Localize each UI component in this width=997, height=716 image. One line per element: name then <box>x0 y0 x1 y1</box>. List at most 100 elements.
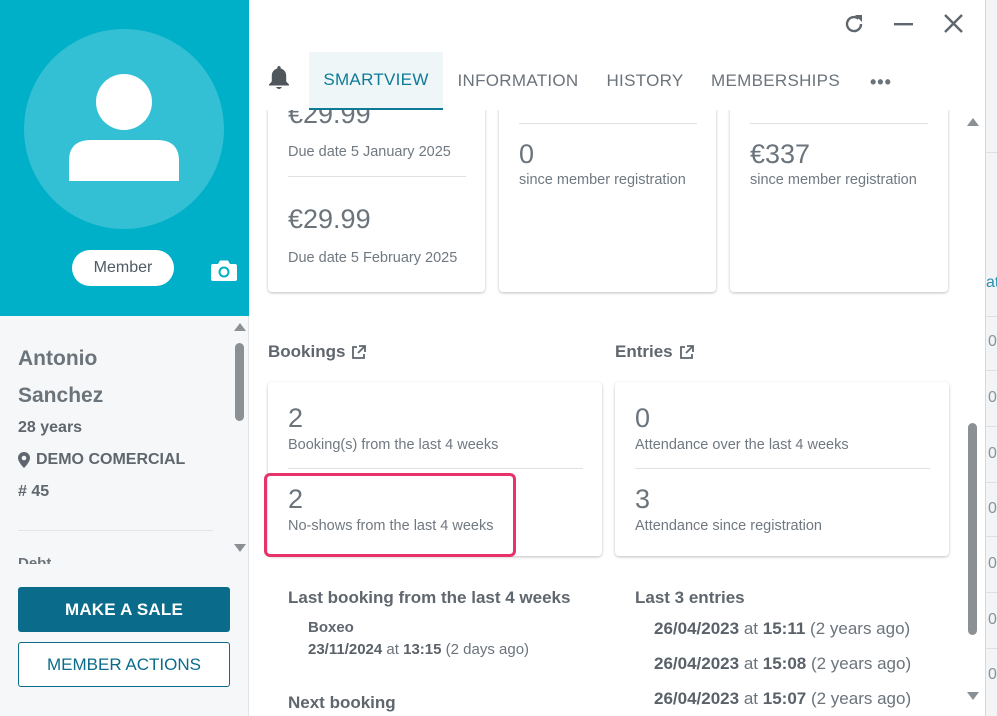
background-row-divider <box>986 592 997 593</box>
member-location: DEMO COMERCIAL <box>18 448 218 472</box>
smartview-content: €29.99 Due date 5 January 2025 €29.99 Du… <box>250 110 970 716</box>
summary-card-right: €337 since member registration <box>730 110 948 292</box>
tab-memberships[interactable]: MEMBERSHIPS <box>707 52 844 110</box>
tab-history[interactable]: HISTORY <box>600 52 690 110</box>
dues-card: €29.99 Due date 5 January 2025 €29.99 Du… <box>268 110 485 292</box>
entry-at: at <box>743 619 759 638</box>
more-tabs-icon[interactable]: ••• <box>870 72 892 93</box>
external-link-icon[interactable] <box>679 344 694 360</box>
sidebar-scrollbar[interactable] <box>234 323 246 555</box>
content-scrollbar[interactable] <box>966 118 980 708</box>
last-booking-date: 23/11/2024 <box>308 641 383 658</box>
external-link-icon[interactable] <box>351 344 367 360</box>
last-booking-datetime: 23/11/2024 at 13:15 (2 days ago) <box>308 641 529 658</box>
entries-title-label: Entries <box>615 342 673 361</box>
card-divider <box>288 176 466 177</box>
minimize-icon[interactable] <box>893 12 915 41</box>
background-row-divider <box>986 370 997 371</box>
entry-date: 26/04/2023 <box>654 654 740 673</box>
attendance-label: Attendance over the last 4 weeks <box>635 437 849 453</box>
last-entries-title: Last 3 entries <box>635 588 745 607</box>
entry-ago: (2 years ago) <box>810 654 912 673</box>
entry-date: 26/04/2023 <box>654 689 740 708</box>
scroll-up-arrow-icon[interactable] <box>967 118 979 126</box>
card-divider <box>288 468 583 469</box>
sidebar-divider <box>18 530 213 531</box>
entry-date: 26/04/2023 <box>654 619 740 638</box>
member-actions-button[interactable]: MEMBER ACTIONS <box>18 642 230 687</box>
scrollbar-thumb[interactable] <box>235 343 244 421</box>
entry-item: 26/04/2023 at 15:07 (2 years ago) <box>654 689 911 709</box>
profile-header: Member <box>0 0 249 316</box>
location-pin-icon <box>18 452 30 468</box>
card-divider <box>519 123 697 124</box>
attendance-count: 0 <box>635 403 651 433</box>
tab-smartview[interactable]: SMARTVIEW <box>309 52 443 110</box>
member-last-name: Sanchez <box>18 384 104 407</box>
scroll-down-arrow-icon[interactable] <box>967 692 979 700</box>
background-cell: 0 <box>988 445 997 462</box>
entry-ago: (2 years ago) <box>810 689 912 708</box>
background-row-divider <box>986 426 997 427</box>
background-row-divider <box>986 316 997 317</box>
summary-card-middle: 0 since member registration <box>499 110 716 292</box>
last-booking-time: 13:15 <box>403 641 442 658</box>
refresh-icon[interactable] <box>842 12 866 41</box>
background-cell: 0 <box>988 555 997 572</box>
summary-value: 0 <box>519 139 535 169</box>
bookings-section-title[interactable]: Bookings <box>268 342 367 362</box>
bookings-count: 2 <box>288 403 304 433</box>
entry-ago: (2 years ago) <box>810 619 911 638</box>
card-divider <box>750 123 928 124</box>
avatar[interactable] <box>24 29 224 229</box>
entry-time: 15:08 <box>762 654 807 673</box>
background-header-text: ate <box>986 274 997 291</box>
entry-time: 15:11 <box>762 619 806 638</box>
due-date-february: Due date 5 February 2025 <box>288 250 458 266</box>
next-booking-title: Next booking <box>288 693 396 712</box>
last-booking-activity: Boxeo <box>308 619 354 636</box>
due-amount-partial: €29.99 <box>288 110 371 129</box>
background-cell: 0 <box>988 666 997 683</box>
attendance-total-label: Attendance since registration <box>635 518 822 534</box>
member-number: # 45 <box>18 483 50 500</box>
background-cell: 0 <box>988 389 997 406</box>
bookings-title-label: Bookings <box>268 342 346 361</box>
scroll-down-arrow-icon[interactable] <box>234 544 246 552</box>
card-divider <box>635 468 930 469</box>
camera-icon[interactable] <box>210 258 238 287</box>
background-row-divider <box>986 152 997 153</box>
tab-information[interactable]: INFORMATION <box>450 52 586 110</box>
tab-bar: SMARTVIEW INFORMATION HISTORY MEMBERSHIP… <box>250 52 970 110</box>
noshows-highlight-box <box>264 473 516 557</box>
entry-item: 26/04/2023 at 15:11 (2 years ago) <box>654 619 910 639</box>
member-first-name: Antonio <box>18 347 98 370</box>
total-spent-label: since member registration <box>750 172 917 188</box>
person-icon <box>69 74 179 181</box>
member-details: Antonio Sanchez 28 years DEMO COMERCIAL … <box>18 340 218 504</box>
entry-at: at <box>743 689 759 708</box>
background-cell: 0 <box>988 500 997 517</box>
entries-card: 0 Attendance over the last 4 weeks 3 Att… <box>615 382 949 556</box>
attendance-total: 3 <box>635 484 651 514</box>
due-amount-february: €29.99 <box>288 204 371 234</box>
close-icon[interactable] <box>943 12 965 41</box>
entries-section-title[interactable]: Entries <box>615 342 694 362</box>
background-row-divider <box>986 536 997 537</box>
background-cell: 0 <box>988 333 997 350</box>
entry-time: 15:07 <box>762 689 807 708</box>
background-cell: 0 <box>988 611 997 628</box>
member-location-label: DEMO COMERCIAL <box>36 451 186 468</box>
scroll-up-arrow-icon[interactable] <box>234 323 246 331</box>
member-detail-panel: SMARTVIEW INFORMATION HISTORY MEMBERSHIP… <box>250 0 985 716</box>
background-row-divider <box>986 482 997 483</box>
last-booking-at: at <box>386 641 399 658</box>
summary-label: since member registration <box>519 172 686 188</box>
background-table-strip: ate 0 0 0 0 0 0 0 <box>985 0 997 716</box>
last-booking-ago: (2 days ago) <box>445 641 530 658</box>
entry-item: 26/04/2023 at 15:08 (2 years ago) <box>654 654 911 674</box>
last-booking-title: Last booking from the last 4 weeks <box>288 588 571 607</box>
bell-icon[interactable] <box>267 65 291 96</box>
make-a-sale-button[interactable]: MAKE A SALE <box>18 587 230 632</box>
scrollbar-thumb[interactable] <box>968 423 977 635</box>
